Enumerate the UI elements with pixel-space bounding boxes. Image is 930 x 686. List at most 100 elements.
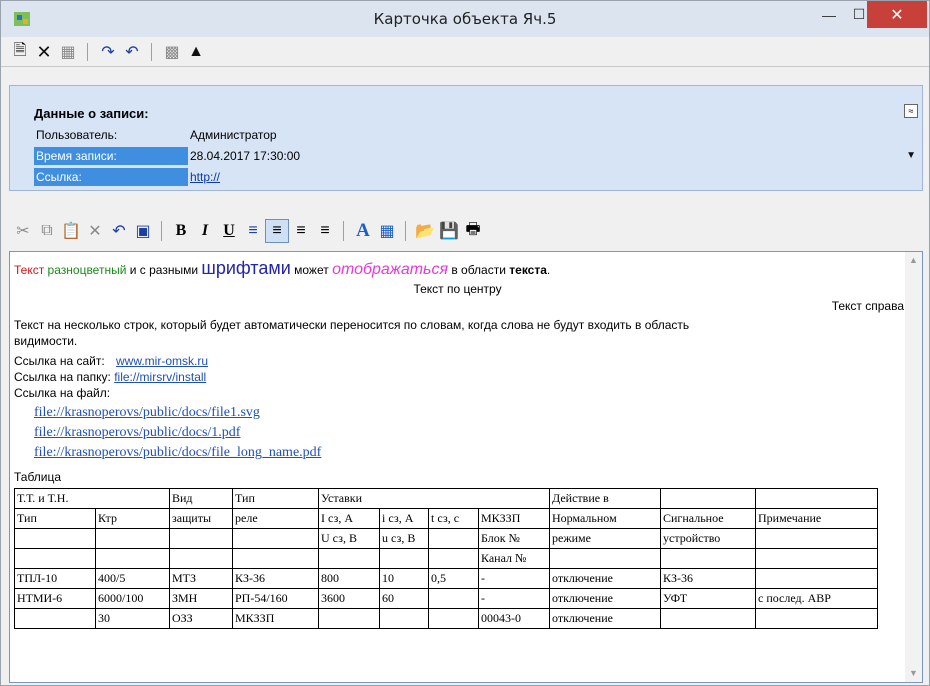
bold-button[interactable]: B [169,219,193,243]
calendar-icon: ▦ [379,223,395,240]
folder-link[interactable]: file://mirsrv/install [114,370,206,384]
toolbar-separator [161,221,162,241]
new-icon: 🗎 [13,41,27,59]
table-cell: защиты [169,508,233,529]
editor-toolbar: ✂ ⧉ 📋 ✕ ↶ ▣ B I U ≡ ≡ ≡ ≡ A ▦ 📂 💾 🖶 [9,213,923,247]
text-large: шрифтами [201,258,291,278]
file-link[interactable]: file://krasnoperovs/public/docs/file1.sv… [34,405,260,421]
align-right-icon: ≡ [320,222,330,239]
table-cell: Тип [14,508,96,529]
redo-button[interactable]: ↷ [97,41,119,63]
calendar-button[interactable]: ▦ [375,219,399,243]
cut-button[interactable]: ✂ [11,219,35,243]
erase-button[interactable]: ✕ [83,219,107,243]
collapse-button[interactable]: ≈ [904,104,918,118]
table-cell: реле [232,508,319,529]
align-left-button[interactable]: ≡ [265,219,289,243]
delete-button[interactable]: ✕ [33,41,55,63]
table-cell: 00043-0 [478,608,550,629]
italic-button[interactable]: I [193,219,217,243]
table-cell [755,528,878,549]
table-cell [232,548,319,569]
table-cell: i сз, А [379,508,429,529]
underline-button[interactable]: U [217,219,241,243]
align-right-button[interactable]: ≡ [313,219,337,243]
print-button[interactable]: 🖶 [461,219,485,243]
table-cell [660,488,756,509]
properties-icon: ▦ [60,44,76,61]
scissors-icon: ✂ [16,223,30,240]
copy-button[interactable]: ⧉ [35,219,59,243]
rich-text-editor[interactable]: Текст разноцветный и с разными шрифтами … [9,251,923,683]
table-cell: U сз, В [318,528,380,549]
scroll-down-icon[interactable]: ▼ [905,665,922,682]
table-cell [755,488,878,509]
scroll-up-icon[interactable]: ▲ [905,252,922,269]
redo-icon: ↷ [101,44,115,61]
table-cell: Тип [232,488,319,509]
align-left-icon: ≡ [272,222,282,239]
table-cell [14,548,96,569]
new-button[interactable]: 🗎 [9,41,31,63]
table-cell: Примечание [755,508,878,529]
select-all-button[interactable]: ▣ [131,219,155,243]
open-button[interactable]: 📂 [413,219,437,243]
stamp-icon: ▲ [188,43,204,60]
table-cell [428,608,479,629]
table-cell: Сигнальное [660,508,756,529]
align-center-button[interactable]: ≡ [289,219,313,243]
copy-icon: ⧉ [41,222,53,239]
table-cell: Т.Т. и Т.Н. [14,488,170,509]
table-cell: 30 [95,608,170,629]
file-link[interactable]: file://krasnoperovs/public/docs/1.pdf [34,425,240,441]
table-cell: режиме [549,528,661,549]
text-green: разноцветный [44,263,127,277]
collapse-icon: ≈ [908,106,914,116]
site-link[interactable]: www.mir-omsk.ru [116,354,208,368]
table-cell: Действие в [549,488,661,509]
dropdown-arrow-icon[interactable]: ▼ [906,150,916,161]
file-link[interactable]: file://krasnoperovs/public/docs/file_lon… [34,445,321,461]
folder-link-line: Ссылка на папку: file://mirsrv/install [14,370,206,384]
record-row-link[interactable]: Ссылка: http:// [34,168,904,186]
table-cell: t сз, с [428,508,479,529]
undo-button[interactable]: ↶ [121,41,143,63]
table-cell: 6000/100 [95,588,170,609]
table-cell [428,528,479,549]
table-cell: УФТ [660,588,756,609]
record-link[interactable]: http:// [190,170,220,184]
table-cell [169,528,233,549]
stamp-button[interactable]: ▲ [185,41,207,63]
undo-edit-button[interactable]: ↶ [107,219,131,243]
text-bold: текста [509,263,547,277]
table-header-row: U сз, В u сз, В Блок № режиме устройство [14,528,878,549]
table-cell: отключение [549,588,661,609]
table-cell [549,548,661,569]
paste-button[interactable]: 📋 [59,219,83,243]
cut-tool-button[interactable]: ▩ [161,41,183,63]
table-cell: Блок № [478,528,550,549]
table-cell: ЗМН [169,588,233,609]
font-color-button[interactable]: A [351,219,375,243]
erase-icon: ✕ [88,223,102,240]
vertical-scrollbar[interactable]: ▲ ▼ [905,252,922,682]
folder-label: Ссылка на папку: [14,370,111,384]
table-cell: с послед. АВР [755,588,878,609]
window-title: Карточка объекта Яч.5 [373,10,557,28]
relay-table: Т.Т. и Т.Н. Вид Тип Уставки Действие в Т… [14,488,878,629]
close-button[interactable]: ✕ [867,1,927,28]
table-header-row: Канал № [14,548,878,569]
table-cell [755,608,878,629]
table-cell: u сз, В [379,528,429,549]
bullet-list-button[interactable]: ≡ [241,219,265,243]
paste-icon: 📋 [61,223,81,240]
table-cell: отключение [549,608,661,629]
styled-text-line: Текст разноцветный и с разными шрифтами … [14,258,550,279]
record-row-time[interactable]: Время записи: 28.04.2017 17:30:00 [34,147,904,165]
properties-button[interactable]: ▦ [57,41,79,63]
record-value: Администратор [190,128,277,142]
table-cell: - [478,588,550,609]
minimize-icon: — [822,6,836,23]
save-button[interactable]: 💾 [437,219,461,243]
text-plain: в области [448,263,510,277]
